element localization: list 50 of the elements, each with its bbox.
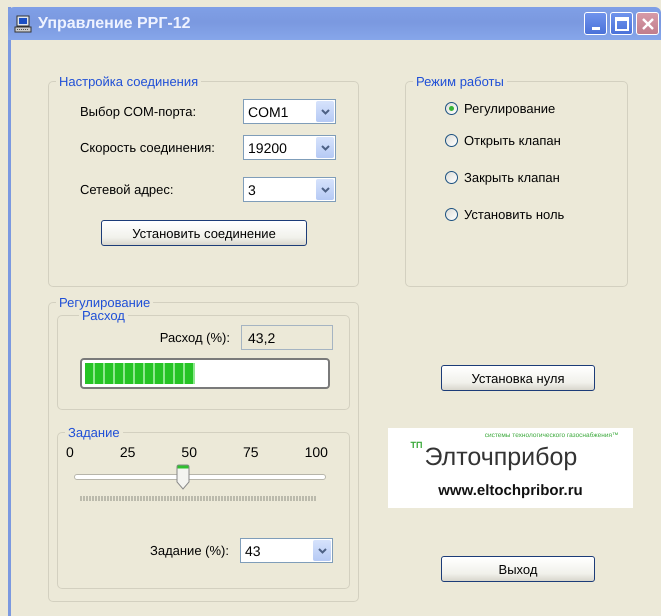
radio-button[interactable] [445,208,458,221]
radio-option[interactable]: Открыть клапан [445,133,619,148]
field-label: Задание (%): [150,543,229,558]
slider-thumb[interactable] [176,464,190,490]
group-title: Режим работы [415,74,505,89]
field-label: Сетевой адрес: [80,182,174,197]
tick-label: 0 [66,444,74,460]
dropdown-field[interactable]: 19200 [243,135,336,160]
minimize-button[interactable] [584,12,607,35]
computer-icon [14,14,32,32]
dropdown-field[interactable]: 43 [240,538,333,563]
close-button[interactable] [636,12,659,35]
close-icon [640,16,654,30]
field-label: Выбор COM-порта: [80,104,196,119]
readout-field: 43,2 [241,325,333,350]
tick-label: 25 [120,444,136,460]
maximize-button[interactable] [610,12,633,35]
dropdown-field[interactable]: COM1 [243,99,336,124]
logo-mark-text: ТП [410,440,422,450]
group-title: Регулирование [58,295,152,310]
dropdown-field[interactable]: 3 [243,177,336,202]
window-title: Управление РРГ-12 [38,14,192,32]
chevron-down-icon [318,548,326,554]
radio-button[interactable] [445,134,458,147]
chevron-down-icon [320,144,330,150]
dropdown-button[interactable] [316,179,334,200]
exit-button[interactable]: Выход [441,556,595,582]
radio-option[interactable]: Закрыть клапан [445,170,619,185]
field-label: Расход (%): [160,330,230,345]
zero-button[interactable]: Установка нуля [441,365,595,391]
logo-name: Элточприбор [424,442,578,472]
dropdown-button[interactable] [316,101,334,122]
connect-button[interactable]: Установить соединение [101,220,307,246]
maximize-icon [614,16,628,30]
website-url: www.eltochpribor.ru [438,482,583,499]
radio-option[interactable]: Установить ноль [445,207,619,222]
radio-option[interactable]: Регулирование [445,101,619,116]
dropdown-button[interactable] [316,137,334,158]
tick-label: 100 [304,444,328,460]
radio-button[interactable] [445,171,458,184]
chevron-down-icon [320,108,330,114]
minimize-icon [592,26,600,30]
tick-label: 50 [181,444,197,460]
group-title: Задание [67,425,121,440]
tick-label: 75 [243,444,259,460]
dropdown-button[interactable] [313,540,331,561]
chevron-down-icon [320,186,330,192]
radio-button[interactable] [445,102,458,115]
group-title: Настройка соединения [58,74,200,89]
field-label: Скорость соединения: [80,140,215,155]
